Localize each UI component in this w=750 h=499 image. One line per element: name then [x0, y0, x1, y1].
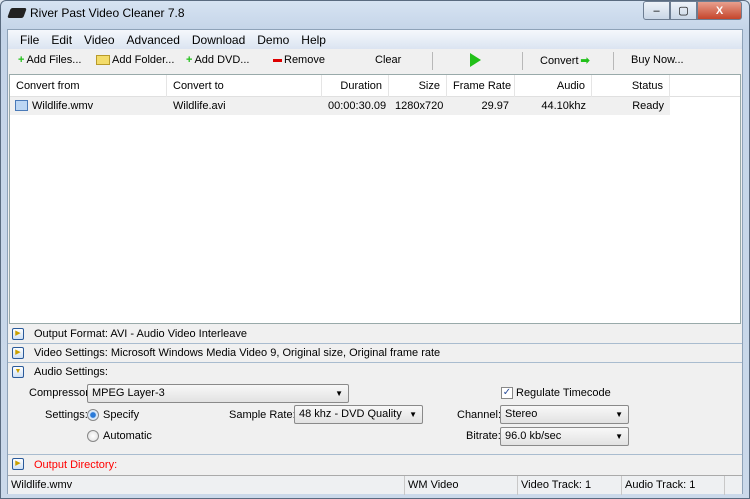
status-format: WM Video: [405, 476, 518, 495]
buy-now-button[interactable]: Buy Now...: [631, 54, 684, 66]
remove-button[interactable]: Remove: [273, 54, 325, 66]
dropdown-arrow-icon: ▼: [409, 410, 417, 419]
separator: [613, 52, 614, 70]
client-area: File Edit Video Advanced Download Demo H…: [7, 29, 743, 495]
sample-rate-label: Sample Rate:: [229, 409, 296, 421]
bitrate-value: 96.0 kb/sec: [505, 430, 562, 442]
automatic-radio[interactable]: [87, 430, 99, 442]
audio-settings-label: Audio Settings:: [34, 366, 108, 378]
remove-label: Remove: [284, 54, 325, 66]
output-format-panel[interactable]: ▶ Output Format: AVI - Audio Video Interl…: [8, 325, 742, 344]
dropdown-arrow-icon: ▼: [335, 389, 343, 398]
add-folder-button[interactable]: Add Folder...: [96, 54, 174, 66]
sample-rate-select[interactable]: 48 khz - DVD Quality ▼: [294, 405, 423, 424]
sample-rate-value: 48 khz - DVD Quality: [299, 408, 402, 420]
cell-audio: 44.10khz: [541, 100, 586, 112]
cell-frame-rate: 29.97: [481, 100, 509, 112]
menu-advanced[interactable]: Advanced: [121, 33, 186, 47]
output-directory-panel[interactable]: ▶ Output Directory:: [8, 455, 742, 474]
menu-edit[interactable]: Edit: [45, 33, 78, 47]
specify-label: Specify: [103, 409, 140, 421]
status-audio-track: Audio Track: 1: [622, 476, 725, 495]
add-folder-label: Add Folder...: [112, 54, 175, 66]
status-bar: Wildlife.wmv WM Video Video Track: 1 Aud…: [8, 475, 742, 495]
header-convert-from[interactable]: Convert from: [10, 75, 167, 97]
separator: [432, 52, 433, 70]
cell-status: Ready: [632, 100, 664, 112]
expand-icon[interactable]: ▶: [12, 458, 24, 470]
channel-select[interactable]: Stereo ▼: [500, 405, 629, 424]
bitrate-select[interactable]: 96.0 kb/sec ▼: [500, 427, 629, 446]
add-dvd-button[interactable]: + Add DVD...: [186, 54, 249, 66]
plus-icon: +: [18, 54, 25, 66]
video-settings-panel[interactable]: ▶ Video Settings: Microsoft Windows Media…: [8, 344, 742, 363]
convert-label: Convert: [540, 54, 579, 67]
convert-button[interactable]: Convert ➡: [540, 54, 590, 68]
output-format-label: Output Format: AVI - Audio Video Interle…: [34, 328, 247, 340]
regulate-timecode-label: Regulate Timecode: [516, 387, 611, 399]
dropdown-arrow-icon: ▼: [615, 432, 623, 441]
window-title: River Past Video Cleaner 7.8: [30, 6, 185, 20]
header-size[interactable]: Size: [389, 75, 447, 97]
menu-video[interactable]: Video: [78, 33, 120, 47]
add-dvd-label: Add DVD...: [194, 54, 250, 66]
status-filename: Wildlife.wmv: [8, 476, 405, 495]
maximize-button[interactable]: ▢: [670, 1, 697, 20]
video-settings-label: Video Settings: Microsoft Windows Media …: [34, 347, 441, 359]
dropdown-arrow-icon: ▼: [615, 410, 623, 419]
minus-icon: [273, 58, 282, 62]
add-files-button[interactable]: + Add Files...: [18, 54, 81, 66]
expand-icon[interactable]: ▶: [12, 328, 24, 340]
header-audio[interactable]: Audio: [515, 75, 592, 97]
clear-button[interactable]: Clear: [375, 54, 401, 66]
channel-value: Stereo: [505, 408, 538, 420]
plus-icon: +: [186, 54, 193, 66]
folder-icon: [96, 55, 110, 65]
status-video-track: Video Track: 1: [518, 476, 622, 495]
cell-duration: 00:00:30.09: [328, 100, 387, 112]
menu-bar: File Edit Video Advanced Download Demo H…: [8, 30, 742, 49]
header-convert-to[interactable]: Convert to: [167, 75, 322, 97]
file-list[interactable]: Convert from Convert to Duration Size Fr…: [9, 74, 741, 324]
menu-help[interactable]: Help: [295, 33, 332, 47]
bitrate-label: Bitrate:: [466, 430, 501, 442]
add-files-label: Add Files...: [26, 54, 82, 66]
resize-grip[interactable]: [725, 476, 742, 495]
compressor-value: MPEG Layer-3: [92, 387, 165, 399]
menu-download[interactable]: Download: [186, 33, 251, 47]
menu-demo[interactable]: Demo: [251, 33, 295, 47]
table-row[interactable]: Wildlife.wmv Wildlife.avi 00:00:30.09 12…: [10, 97, 670, 115]
cell-convert-from: Wildlife.wmv: [32, 100, 94, 112]
play-button[interactable]: [470, 53, 481, 67]
separator: [522, 52, 523, 70]
audio-settings-panel: ▼ Audio Settings: Compressor: MPEG Layer…: [8, 363, 742, 455]
regulate-timecode-checkbox[interactable]: ✓: [501, 387, 513, 399]
automatic-label: Automatic: [103, 430, 152, 442]
collapse-icon[interactable]: ▼: [12, 366, 24, 378]
specify-radio[interactable]: [87, 409, 99, 421]
play-icon: [470, 53, 481, 67]
channel-label: Channel:: [457, 409, 502, 421]
arrow-right-icon: ➡: [580, 55, 590, 67]
settings-label: Settings:: [45, 409, 88, 421]
menu-file[interactable]: File: [14, 33, 45, 47]
cell-size: 1280x720: [395, 100, 444, 112]
expand-icon[interactable]: ▶: [12, 347, 24, 359]
close-button[interactable]: X: [697, 1, 742, 20]
toolbar: + Add Files... Add Folder... + Add DVD... …: [8, 50, 742, 73]
compressor-select[interactable]: MPEG Layer-3 ▼: [87, 384, 349, 403]
output-directory-label: Output Directory:: [34, 458, 118, 471]
minimize-button[interactable]: –: [643, 1, 670, 20]
cell-convert-to: Wildlife.avi: [173, 100, 226, 112]
header-status[interactable]: Status: [592, 75, 670, 97]
compressor-label: Compressor:: [29, 387, 92, 399]
header-duration[interactable]: Duration: [322, 75, 389, 97]
list-header: Convert from Convert to Duration Size Fr…: [10, 75, 740, 97]
header-frame-rate[interactable]: Frame Rate: [447, 75, 515, 97]
